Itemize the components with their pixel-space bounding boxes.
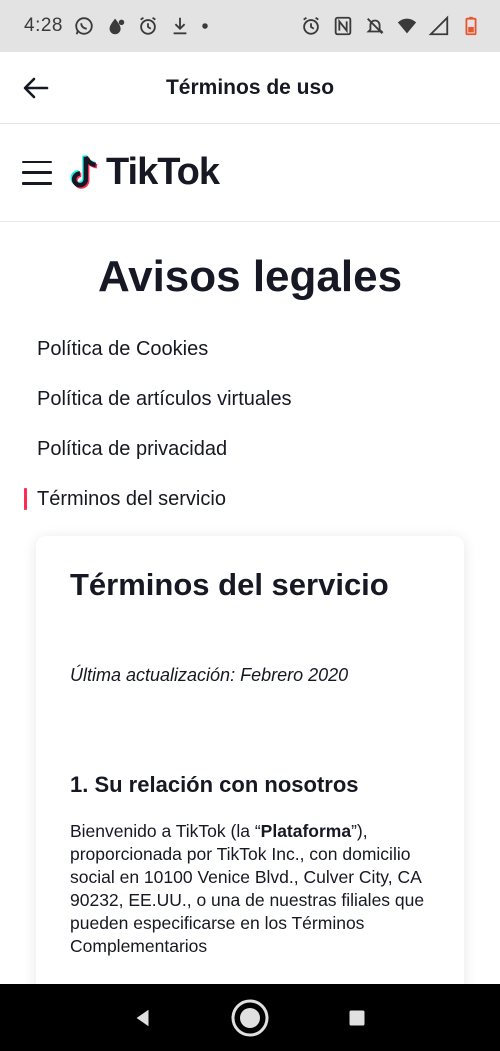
page-heading: Avisos legales bbox=[97, 252, 403, 301]
main-content: Avisos legales Política de Cookies Polít… bbox=[0, 222, 500, 984]
legal-link-privacy[interactable]: Política de privacidad bbox=[0, 424, 500, 474]
alarm-icon bbox=[300, 15, 322, 37]
back-button[interactable] bbox=[18, 70, 54, 106]
whatsapp-icon bbox=[73, 15, 95, 37]
wifi-icon bbox=[396, 15, 418, 37]
page-title: Términos de uso bbox=[165, 75, 335, 99]
legal-links-list: Política de Cookies Política de artículo… bbox=[0, 324, 500, 524]
drop-icon bbox=[105, 15, 127, 37]
square-recents-icon bbox=[349, 1010, 365, 1025]
site-nav: TikTok bbox=[0, 124, 500, 222]
triangle-back-icon bbox=[136, 1009, 149, 1026]
signal-icon bbox=[428, 15, 450, 37]
app-header: Términos de uso bbox=[0, 52, 500, 124]
legal-link-cookies[interactable]: Política de Cookies bbox=[0, 324, 500, 374]
legal-link-terms[interactable]: Términos del servicio bbox=[0, 474, 500, 524]
status-bar: 4:28 bbox=[0, 0, 500, 52]
body-text: Bienvenido a TikTok (la “ bbox=[70, 820, 261, 841]
logo-text: TikTok bbox=[106, 151, 220, 193]
last-updated: Última actualización: Febrero 2020 bbox=[70, 664, 349, 685]
system-nav-bar bbox=[0, 984, 500, 1051]
back-arrow-icon bbox=[23, 77, 49, 99]
download-icon bbox=[169, 15, 191, 37]
nav-back-button[interactable] bbox=[123, 998, 163, 1038]
section-body: Bienvenido a TikTok (la “Plataforma”), p… bbox=[70, 820, 430, 958]
menu-button[interactable] bbox=[22, 160, 52, 185]
nav-recents-button[interactable] bbox=[337, 998, 377, 1038]
section-title: 1. Su relación con nosotros bbox=[70, 771, 359, 797]
card-title: Términos del servicio bbox=[70, 567, 389, 602]
body-text: ”), proporcionada por TikTok Inc., con d… bbox=[70, 820, 425, 956]
home-circle-icon bbox=[231, 999, 269, 1036]
menu-line bbox=[22, 160, 52, 163]
nav-home-button[interactable] bbox=[230, 998, 270, 1038]
menu-line bbox=[22, 171, 52, 174]
terms-card: Términos del servicio Última actualizaci… bbox=[36, 536, 464, 984]
legal-link-virtual-items[interactable]: Política de artículos virtuales bbox=[0, 374, 500, 424]
nfc-icon bbox=[332, 15, 354, 37]
dot-icon bbox=[201, 15, 209, 37]
menu-line bbox=[22, 182, 52, 185]
mute-icon bbox=[364, 15, 386, 37]
battery-icon bbox=[460, 15, 482, 37]
body-bold-text: Plataforma bbox=[260, 820, 352, 841]
tiktok-logo[interactable]: TikTok bbox=[66, 151, 220, 194]
alarm-icon bbox=[137, 15, 159, 37]
tiktok-note-icon bbox=[70, 154, 98, 189]
status-time: 4:28 bbox=[24, 15, 63, 36]
status-right bbox=[300, 15, 482, 37]
status-left: 4:28 bbox=[24, 15, 209, 37]
